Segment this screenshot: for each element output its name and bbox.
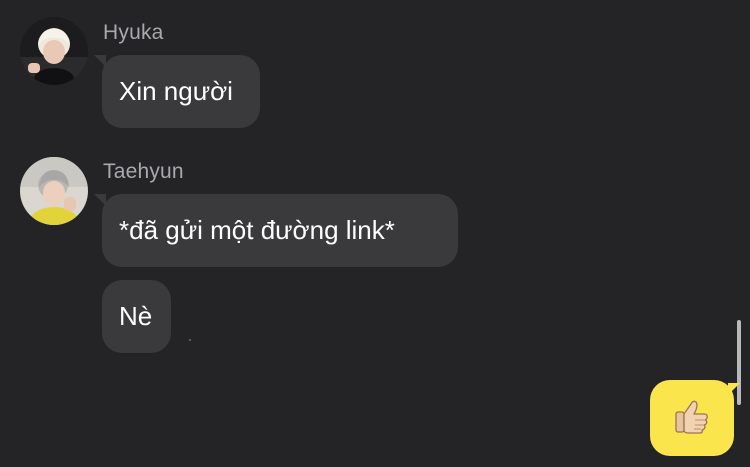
message-text: Nè xyxy=(119,301,153,331)
message-text: *đã gửi một đường link* xyxy=(119,215,395,245)
message-bubble[interactable]: Xin người xyxy=(102,55,260,128)
outgoing-message-bubble[interactable] xyxy=(650,380,734,456)
avatar-taehyun[interactable] xyxy=(20,157,88,225)
avatar-hyuka[interactable] xyxy=(20,17,88,85)
message-bubble[interactable]: Nè xyxy=(102,280,171,353)
message-text: Xin người xyxy=(119,76,233,106)
sender-name: Taehyun xyxy=(103,160,184,183)
thumbs-up-icon xyxy=(672,396,712,441)
message-bubble[interactable]: *đã gửi một đường link* xyxy=(102,194,458,267)
sender-name: Hyuka xyxy=(103,21,164,44)
read-indicator xyxy=(189,339,191,341)
